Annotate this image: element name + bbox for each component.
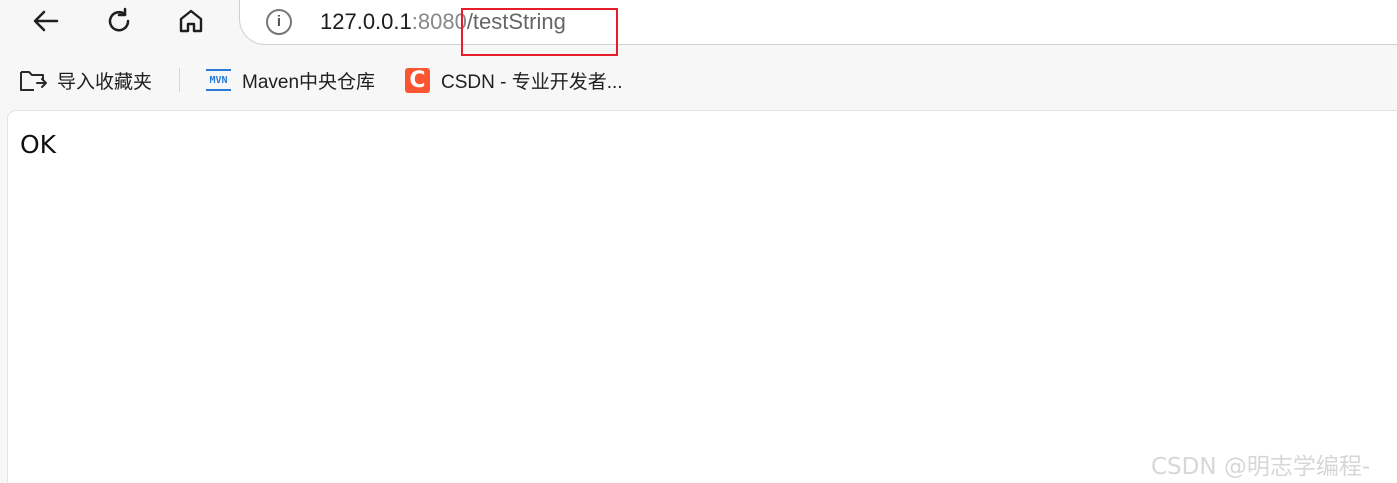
- info-icon[interactable]: i: [266, 9, 292, 35]
- bookmarks-bar: 导入收藏夹 MVN Maven中央仓库 C CSDN - 专业开发者...: [0, 57, 1397, 103]
- watermark: CSDN @明志学编程-: [1151, 454, 1371, 480]
- response-text: OK: [20, 130, 57, 159]
- bookmark-maven[interactable]: MVN Maven中央仓库: [206, 57, 375, 103]
- bookmark-import-favorites[interactable]: 导入收藏夹: [19, 57, 152, 103]
- bookmark-divider: [179, 68, 180, 92]
- csdn-icon: C: [405, 67, 430, 93]
- refresh-icon[interactable]: [100, 2, 138, 40]
- browser-window: i 127.0.0.1:8080/testString 导入收藏夹 MVN Ma…: [0, 0, 1397, 483]
- url-path-highlight-box: [461, 8, 618, 56]
- home-icon[interactable]: [172, 2, 210, 40]
- url-host: 127.0.0.1: [320, 9, 412, 34]
- url-port: :8080: [411, 9, 467, 34]
- maven-icon: MVN: [206, 69, 231, 91]
- bookmark-label: Maven中央仓库: [242, 71, 376, 93]
- bookmark-label: 导入收藏夹: [57, 71, 153, 93]
- back-arrow-icon[interactable]: [27, 2, 65, 40]
- bookmark-label: CSDN - 专业开发者...: [441, 71, 623, 93]
- folder-import-icon: [20, 71, 47, 91]
- page-content: OK: [8, 111, 1397, 483]
- bookmark-csdn[interactable]: C CSDN - 专业开发者...: [405, 57, 623, 103]
